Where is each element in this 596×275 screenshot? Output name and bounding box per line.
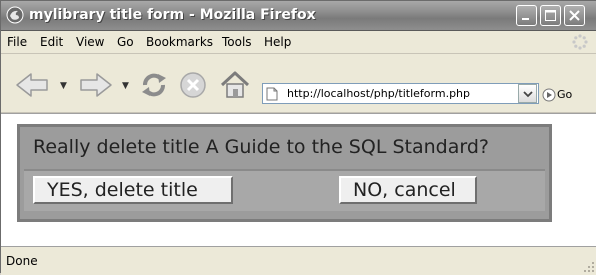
throbber-icon bbox=[572, 34, 588, 50]
menu-bookmarks[interactable]: Bookmarks bbox=[146, 35, 213, 49]
menu-file[interactable]: File bbox=[7, 35, 27, 49]
forward-icon[interactable] bbox=[79, 72, 113, 98]
navigation-toolbar: ▼ ▼ http://localhost/php/titleform.php G… bbox=[1, 54, 596, 113]
cancel-button[interactable]: NO, cancel bbox=[339, 176, 477, 204]
menu-view[interactable]: View bbox=[76, 35, 104, 49]
maximize-button[interactable] bbox=[540, 5, 561, 26]
delete-question: Really delete title A Guide to the SQL S… bbox=[33, 136, 489, 158]
chevron-down-icon bbox=[523, 91, 533, 98]
firefox-icon bbox=[6, 6, 24, 24]
back-dropdown-icon[interactable]: ▼ bbox=[60, 81, 67, 91]
title-bar[interactable]: mylibrary title form - Mozilla Firefox bbox=[1, 1, 596, 31]
home-icon[interactable] bbox=[219, 70, 251, 100]
page-content: Really delete title A Guide to the SQL S… bbox=[1, 113, 596, 247]
menu-go[interactable]: Go bbox=[117, 35, 134, 49]
maximize-icon bbox=[545, 10, 556, 21]
menu-help[interactable]: Help bbox=[264, 35, 291, 49]
go-button[interactable]: Go bbox=[557, 88, 572, 101]
window-title: mylibrary title form - Mozilla Firefox bbox=[29, 7, 316, 23]
minimize-button[interactable] bbox=[516, 5, 537, 26]
status-text: Done bbox=[6, 254, 38, 268]
browser-window: mylibrary title form - Mozilla Firefox F… bbox=[0, 0, 596, 275]
menu-edit[interactable]: Edit bbox=[40, 35, 63, 49]
close-button[interactable] bbox=[564, 5, 585, 26]
resize-grip-icon[interactable] bbox=[583, 261, 595, 273]
go-icon[interactable] bbox=[542, 88, 556, 102]
forward-dropdown-icon[interactable]: ▼ bbox=[122, 81, 129, 91]
confirm-delete-button[interactable]: YES, delete title bbox=[33, 176, 233, 204]
url-text: http://localhost/php/titleform.php bbox=[287, 87, 471, 100]
url-dropdown-button[interactable] bbox=[518, 84, 537, 103]
address-bar[interactable]: http://localhost/php/titleform.php bbox=[262, 83, 539, 104]
menu-tools[interactable]: Tools bbox=[222, 35, 252, 49]
page-icon bbox=[266, 87, 278, 101]
menu-bar: File Edit View Go Bookmarks Tools Help bbox=[1, 31, 596, 54]
reload-icon[interactable] bbox=[139, 71, 169, 99]
status-bar: Done bbox=[1, 246, 596, 275]
delete-confirm-form: Really delete title A Guide to the SQL S… bbox=[17, 124, 552, 222]
back-icon[interactable] bbox=[15, 72, 49, 98]
stop-icon[interactable] bbox=[179, 71, 207, 99]
close-icon bbox=[569, 10, 580, 21]
minimize-icon bbox=[522, 18, 529, 20]
button-row: YES, delete title NO, cancel bbox=[24, 169, 545, 211]
